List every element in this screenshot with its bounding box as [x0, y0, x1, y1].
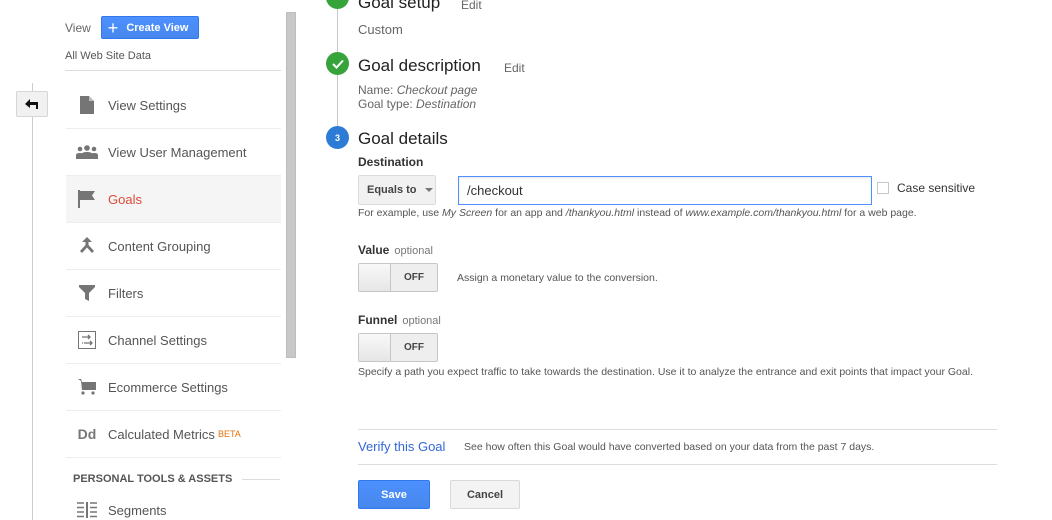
hint-example: /thankyou.html	[565, 207, 635, 219]
value-label-text: Value	[358, 243, 390, 257]
sidebar-item-calculated-metrics[interactable]: Dd Calculated Metrics BETA	[66, 411, 281, 458]
chevron-down-icon	[424, 188, 433, 192]
save-button[interactable]: Save	[358, 480, 430, 509]
case-sensitive-label: Case sensitive	[897, 181, 976, 195]
funnel-toggle[interactable]: OFF	[358, 333, 438, 362]
cancel-button[interactable]: Cancel	[450, 480, 520, 509]
toggle-state: OFF	[404, 342, 424, 353]
verify-description: See how often this Goal would have conve…	[464, 441, 875, 453]
sidebar-item-label: View Settings	[108, 97, 187, 113]
section-divider	[242, 478, 280, 480]
destination-hint: For example, use My Screen for an app an…	[358, 207, 917, 219]
sidebar-nav: View Settings View User Management Goals…	[66, 82, 281, 458]
admin-sidebar: View + Create View All Web Site Data Vie…	[65, 0, 281, 520]
toggle-knob	[359, 264, 391, 291]
plus-icon: +	[107, 17, 119, 38]
document-icon	[66, 96, 108, 114]
cart-icon	[66, 379, 108, 395]
toggle-state: OFF	[404, 272, 424, 283]
goal-editor: Goal setup Edit Custom Goal description …	[326, 0, 1026, 520]
sidebar-item-label: Channel Settings	[108, 332, 208, 348]
people-icon	[66, 145, 108, 159]
divider	[358, 429, 997, 430]
goal-type-summary: Goal type: Destination	[358, 97, 476, 111]
step-complete-icon	[326, 52, 349, 75]
sidebar-item-content-grouping[interactable]: Content Grouping	[66, 223, 281, 270]
create-view-label: Create View	[126, 21, 189, 34]
verify-goal-link[interactable]: Verify this Goal	[358, 439, 445, 454]
hint-text: For example, use	[358, 207, 443, 219]
value-label: Value optional	[358, 243, 433, 257]
dd-icon: Dd	[77, 426, 97, 442]
segments-icon	[66, 502, 108, 518]
view-name[interactable]: All Web Site Data	[65, 50, 151, 62]
sidebar-item-ecommerce-settings[interactable]: Ecommerce Settings	[66, 364, 281, 411]
filter-icon	[66, 285, 108, 301]
sidebar-item-label: Content Grouping	[108, 238, 211, 254]
case-sensitive-checkbox[interactable]	[877, 182, 889, 194]
sidebar-item-view-user-management[interactable]: View User Management	[66, 129, 281, 176]
funnel-label-text: Funnel	[358, 313, 398, 327]
toggle-knob	[359, 334, 391, 361]
section-title: PERSONAL TOOLS & ASSETS	[73, 473, 233, 485]
sidebar-item-goals[interactable]: Goals	[66, 176, 281, 223]
sidebar-item-label: Goals	[108, 191, 142, 207]
divider	[358, 464, 997, 465]
sidebar-item-segments[interactable]: Segments	[66, 498, 167, 520]
destination-label: Destination	[358, 155, 424, 169]
checkmark-icon	[331, 59, 344, 69]
sidebar-scrollbar[interactable]	[286, 12, 296, 358]
sidebar-item-label: Segments	[108, 502, 167, 518]
sidebar-item-label: View User Management	[108, 144, 247, 160]
hint-example: www.example.com/thankyou.html	[685, 207, 842, 219]
view-selector-row: View + Create View	[65, 16, 200, 39]
match-type-dropdown[interactable]: Equals to	[358, 175, 436, 205]
value-description: Assign a monetary value to the conversio…	[457, 272, 658, 284]
personal-tools-header: PERSONAL TOOLS & ASSETS	[73, 473, 280, 485]
sidebar-item-label: Ecommerce Settings	[108, 379, 228, 395]
step-title-goal-setup: Goal setup	[358, 0, 441, 12]
step-title-goal-description: Goal description	[358, 56, 481, 75]
step-title-goal-details: Goal details	[358, 129, 448, 148]
optional-tag: optional	[394, 245, 433, 257]
name-label: Name:	[358, 83, 394, 97]
beta-badge: BETA	[217, 429, 241, 439]
channel-icon	[66, 331, 108, 349]
hint-text: for an app and	[492, 207, 566, 219]
collapse-nav-button[interactable]	[16, 91, 48, 117]
edit-goal-setup-link[interactable]: Edit	[461, 0, 482, 12]
create-view-button[interactable]: + Create View	[100, 16, 200, 39]
hint-text: for a web page.	[841, 207, 917, 219]
hint-example: My Screen	[442, 207, 493, 219]
funnel-description: Specify a path you expect traffic to tak…	[358, 366, 973, 378]
optional-tag: optional	[402, 315, 441, 327]
back-arrow-icon	[25, 99, 38, 109]
hint-text: instead of	[634, 207, 686, 219]
match-type-value: Equals to	[367, 184, 417, 196]
nav-rail-line	[32, 83, 33, 520]
type-label: Goal type:	[358, 97, 413, 111]
sidebar-item-filters[interactable]: Filters	[66, 270, 281, 317]
sidebar-item-label: Filters	[108, 285, 144, 301]
flag-icon	[66, 190, 108, 208]
sidebar-item-channel-settings[interactable]: Channel Settings	[66, 317, 281, 364]
view-label: View	[65, 20, 91, 35]
destination-input[interactable]	[458, 176, 872, 205]
edit-goal-description-link[interactable]: Edit	[504, 61, 525, 75]
step-number-badge: 3	[326, 126, 349, 149]
sidebar-item-view-settings[interactable]: View Settings	[66, 82, 281, 129]
goal-name-summary: Name: Checkout page	[358, 83, 477, 97]
goal-setup-summary: Custom	[358, 22, 403, 37]
sidebar-item-label: Calculated Metrics	[108, 426, 215, 442]
value-toggle[interactable]: OFF	[358, 263, 438, 292]
step-complete-icon	[326, 0, 349, 9]
name-value: Checkout page	[396, 83, 478, 97]
merge-icon	[66, 237, 108, 255]
type-value: Destination	[416, 97, 477, 111]
funnel-label: Funnel optional	[358, 313, 441, 327]
sidebar-divider	[65, 70, 281, 71]
